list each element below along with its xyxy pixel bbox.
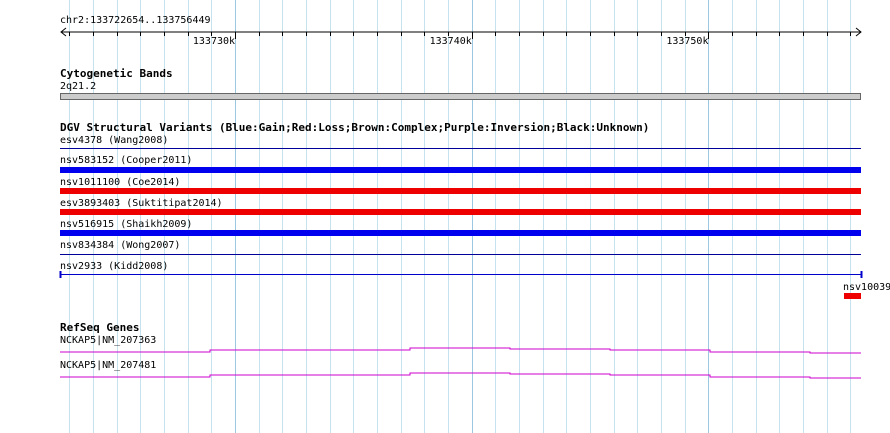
dgv-gain-bar[interactable] bbox=[60, 230, 861, 236]
ruler-tick-label: 133730k bbox=[192, 36, 236, 47]
dgv-feature-label[interactable]: nsv516915 (Shaikh2009) bbox=[60, 219, 192, 230]
dgv-feature-line[interactable] bbox=[60, 148, 861, 149]
dgv-feature-label[interactable]: nsv10039 bbox=[843, 282, 890, 293]
refseq-track-title: RefSeq Genes bbox=[60, 321, 140, 334]
gene-model-line bbox=[60, 372, 861, 379]
dgv-feature-line[interactable] bbox=[60, 254, 861, 255]
dgv-feature-label[interactable]: nsv1011100 (Coe2014) bbox=[60, 177, 180, 188]
region-label: chr2:133722654..133756449 bbox=[60, 15, 211, 26]
gene-models[interactable] bbox=[0, 340, 890, 385]
dgv-feature-label[interactable]: esv4378 (Wang2008) bbox=[60, 135, 168, 146]
dgv-loss-bar[interactable] bbox=[60, 188, 861, 194]
gene-model-line bbox=[60, 347, 861, 354]
ruler-tick-label: 133750k bbox=[666, 36, 709, 47]
dgv-loss-bar[interactable] bbox=[60, 209, 861, 215]
dgv-gain-bar[interactable] bbox=[60, 167, 861, 173]
ruler-tick-label: 133740k bbox=[429, 36, 472, 47]
dgv-feature-label[interactable]: nsv834384 (Wong2007) bbox=[60, 240, 180, 251]
dgv-feature-label[interactable]: esv3893403 (Suktitipat2014) bbox=[60, 198, 223, 209]
dgv-loss-bar[interactable] bbox=[844, 293, 861, 299]
dgv-feature-span[interactable] bbox=[58, 270, 864, 280]
dgv-feature-label[interactable]: nsv583152 (Cooper2011) bbox=[60, 155, 192, 166]
cytoband-track-title: Cytogenetic Bands bbox=[60, 67, 173, 80]
cytoband-label: 2q21.2 bbox=[60, 81, 97, 92]
cytoband-bar[interactable] bbox=[60, 93, 861, 100]
dgv-track-title: DGV Structural Variants (Blue:Gain;Red:L… bbox=[60, 121, 650, 134]
